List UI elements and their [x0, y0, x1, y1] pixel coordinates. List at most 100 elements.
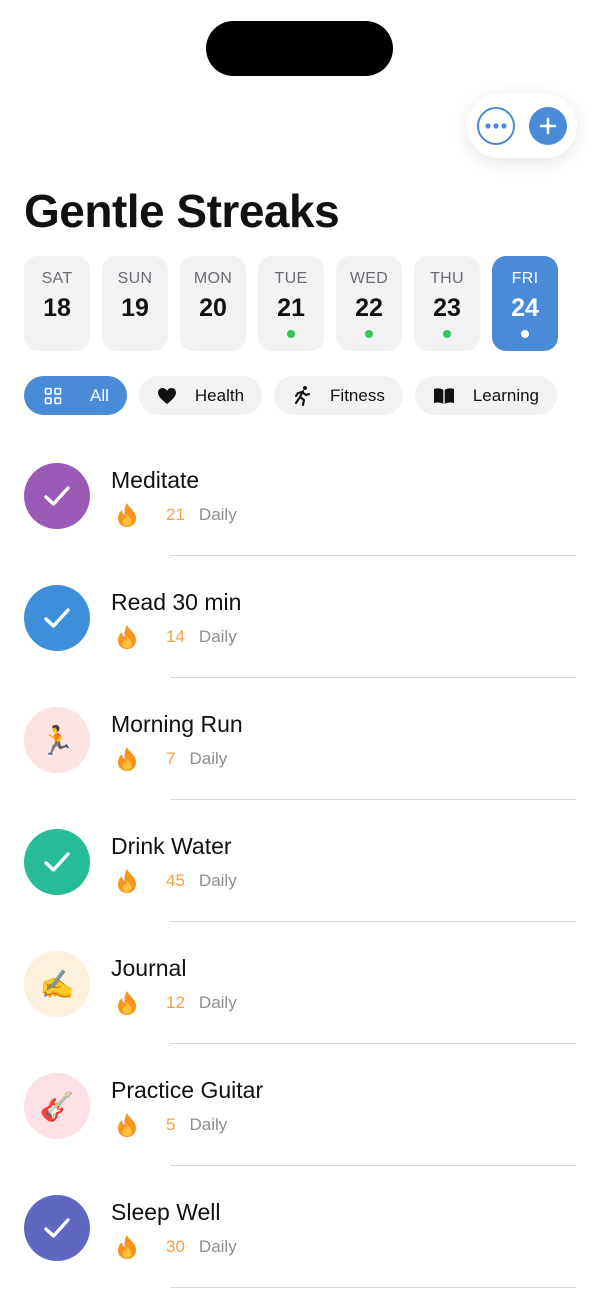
completion-dot: [287, 330, 295, 338]
habit-status-button[interactable]: [24, 1195, 90, 1261]
habit-row[interactable]: 🏃 Morning Run 7 Daily: [0, 691, 599, 813]
ellipsis-icon: [485, 123, 507, 129]
book-icon: [433, 387, 455, 405]
habit-frequency: Daily: [198, 505, 237, 524]
habit-name: Read 30 min: [111, 589, 242, 615]
habit-status-button[interactable]: 🏃: [24, 707, 90, 773]
filter-chip-label: Health: [194, 385, 245, 405]
habit-frequency: Daily: [198, 627, 237, 646]
completion-dot: [443, 330, 451, 338]
habit-frequency: Daily: [198, 1237, 237, 1256]
day-of-week: MON: [193, 270, 233, 287]
row-divider: [170, 921, 576, 922]
checkmark-icon: [43, 850, 71, 874]
row-divider: [170, 1287, 576, 1288]
habit-frequency: Daily: [189, 1115, 228, 1134]
habit-status-button[interactable]: ✍️: [24, 951, 90, 1017]
guitar-emoji-icon: 🎸: [39, 1090, 75, 1122]
habit-list: Meditate 21 Daily Read 30 min 14 Daily 🏃 Mornin…: [0, 447, 599, 1300]
habit-row[interactable]: Sleep Well 30 Daily: [0, 1179, 599, 1300]
day-wed[interactable]: WED 22: [336, 256, 402, 351]
day-of-week: TUE: [274, 270, 308, 287]
completion-dot: [365, 330, 373, 338]
checkmark-icon: [43, 484, 71, 508]
flame-icon: [116, 502, 138, 528]
habit-name: Drink Water: [111, 833, 232, 859]
habit-meta: 12 Daily: [116, 990, 237, 1016]
habit-frequency: Daily: [189, 749, 228, 768]
more-button[interactable]: [477, 107, 515, 145]
row-divider: [170, 555, 576, 556]
row-divider: [170, 1165, 576, 1166]
day-mon[interactable]: MON 20: [180, 256, 246, 351]
streak-count: 21: [166, 505, 185, 524]
filter-chip-all[interactable]: All: [24, 376, 127, 415]
flame-icon: [116, 990, 138, 1016]
day-number: 20: [199, 294, 227, 322]
writing-hand-emoji-icon: ✍️: [39, 968, 75, 1000]
habit-name: Morning Run: [111, 711, 243, 737]
dynamic-island: [206, 21, 393, 76]
day-fri[interactable]: FRI 24: [492, 256, 558, 351]
habit-status-button[interactable]: [24, 463, 90, 529]
flame-icon: [116, 624, 138, 650]
flame-icon: [116, 746, 138, 772]
habit-status-button[interactable]: [24, 829, 90, 895]
habit-row[interactable]: Drink Water 45 Daily: [0, 813, 599, 935]
checkmark-icon: [43, 606, 71, 630]
day-number: 23: [433, 294, 461, 322]
habit-meta: 14 Daily: [116, 624, 237, 650]
streak-count: 12: [166, 993, 185, 1012]
day-number: 19: [121, 294, 149, 322]
filter-chip-fitness[interactable]: Fitness: [274, 376, 403, 415]
habit-row[interactable]: ✍️ Journal 12 Daily: [0, 935, 599, 1057]
checkmark-icon: [43, 1216, 71, 1240]
heart-icon: [157, 387, 177, 405]
day-of-week: FRI: [511, 270, 539, 287]
streak-count: 14: [166, 627, 185, 646]
day-selector: SAT 18 SUN 19 MON 20 TUE 21 WED 22 THU 23 FRI 24: [24, 256, 558, 351]
habit-meta: 30 Daily: [116, 1234, 237, 1260]
flame-icon: [116, 868, 138, 894]
day-of-week: SUN: [117, 270, 153, 287]
day-thu[interactable]: THU 23: [414, 256, 480, 351]
habit-name: Sleep Well: [111, 1199, 221, 1225]
habit-frequency: Daily: [198, 993, 237, 1012]
streak-count: 30: [166, 1237, 185, 1256]
habit-name: Practice Guitar: [111, 1077, 264, 1103]
row-divider: [170, 677, 576, 678]
running-figure-icon: [292, 385, 312, 407]
habit-row[interactable]: Meditate 21 Daily: [0, 447, 599, 569]
runner-emoji-icon: 🏃: [39, 724, 75, 756]
habit-status-button[interactable]: [24, 585, 90, 651]
habit-row[interactable]: Read 30 min 14 Daily: [0, 569, 599, 691]
day-sun[interactable]: SUN 19: [102, 256, 168, 351]
streak-count: 7: [166, 749, 176, 768]
filter-chip-health[interactable]: Health: [138, 376, 263, 415]
page-title: Gentle Streaks: [24, 185, 340, 237]
plus-icon: [539, 117, 557, 135]
filter-chip-label: All: [90, 385, 109, 405]
filter-chip-label: Learning: [472, 385, 540, 405]
grid-icon: [44, 387, 62, 405]
row-divider: [170, 1043, 576, 1044]
add-habit-button[interactable]: [529, 107, 567, 145]
habit-status-button[interactable]: 🎸: [24, 1073, 90, 1139]
habit-meta: 5 Daily: [116, 1112, 227, 1138]
filter-chip-label: Fitness: [330, 385, 385, 405]
flame-icon: [116, 1234, 138, 1260]
habit-meta: 7 Daily: [116, 746, 227, 772]
habit-frequency: Daily: [198, 871, 237, 890]
streak-count: 5: [166, 1115, 176, 1134]
day-sat[interactable]: SAT 18: [24, 256, 90, 351]
day-of-week: SAT: [41, 270, 73, 287]
day-of-week: WED: [349, 270, 389, 287]
day-of-week: THU: [430, 270, 464, 287]
day-tue[interactable]: TUE 21: [258, 256, 324, 351]
habit-name: Journal: [111, 955, 187, 981]
row-divider: [170, 799, 576, 800]
habit-row[interactable]: 🎸 Practice Guitar 5 Daily: [0, 1057, 599, 1179]
completion-dot: [521, 330, 529, 338]
filter-chip-learning[interactable]: Learning: [414, 376, 558, 415]
day-number: 24: [511, 294, 539, 322]
